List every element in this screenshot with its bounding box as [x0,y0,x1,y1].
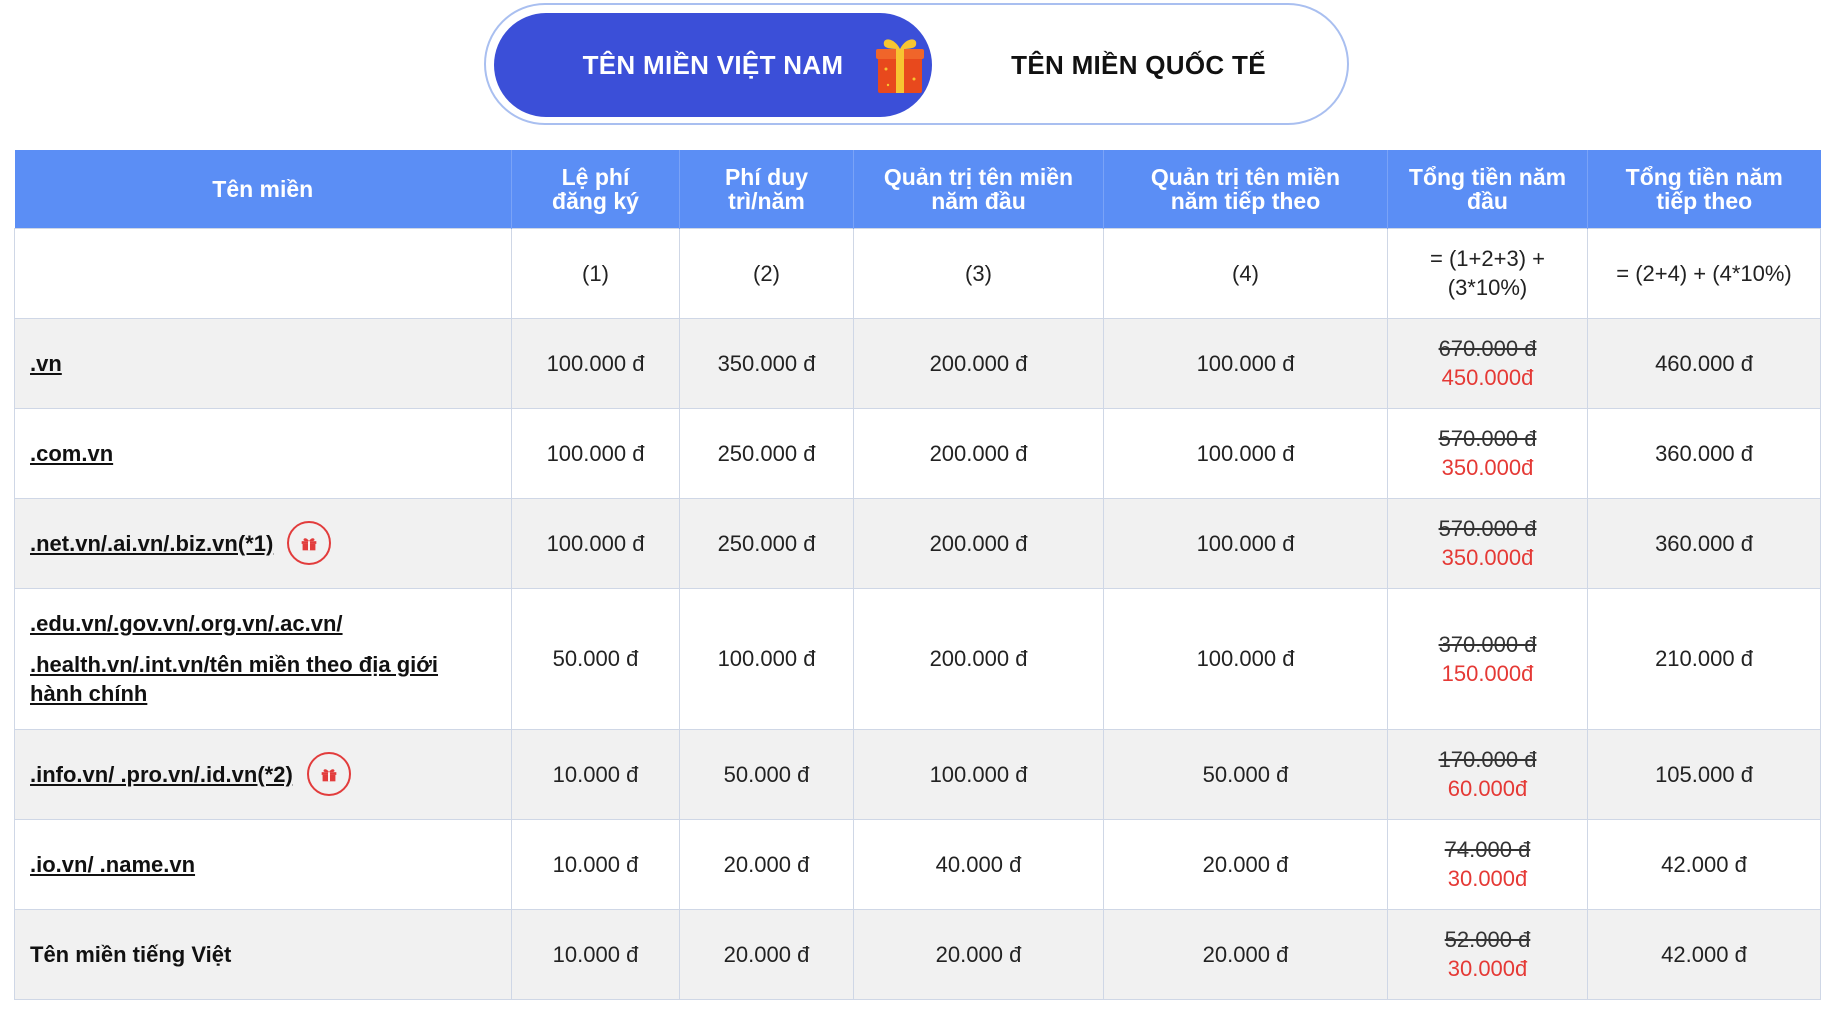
domain-pricing-table: Tên miền Lệ phí đăng ký Phí duy trì/năm Qu… [14,150,1821,1000]
promo-price: 60.000đ [1447,776,1528,801]
admin-first-cell: 100.000 đ [853,728,1104,820]
tab-international-label: TÊN MIỀN QUỐC TẾ [1011,49,1266,80]
maint-fee-cell: 20.000 đ [679,818,854,910]
formula-cell: (4) [1103,227,1388,319]
maint-fee-cell: 20.000 đ [679,908,854,1000]
admin-first-cell: 40.000 đ [853,818,1104,910]
formula-cell: (3) [853,227,1104,319]
domain-link-edu-gov-org[interactable]: .edu.vn/.gov.vn/.org.vn/.ac.vn/ .health.… [30,609,501,708]
promo-price: 450.000đ [1441,365,1534,390]
old-price: 570.000 đ [1438,516,1537,541]
promo-price: 350.000đ [1441,455,1534,480]
domain-link-info-pro-id[interactable]: .info.vn/ .pro.vn/.id.vn(*2) [30,760,293,789]
reg-fee-cell: 100.000 đ [511,497,680,589]
total-next-cell: 105.000 đ [1587,728,1821,820]
reg-fee-cell: 100.000 đ [511,407,680,499]
table-row: .net.vn/.ai.vn/.biz.vn(*1) 100.000 đ 250… [14,497,1821,589]
admin-first-cell: 200.000 đ [853,587,1104,730]
maint-fee-cell: 250.000 đ [679,407,854,499]
maint-fee-cell: 250.000 đ [679,497,854,589]
table-header-row: Tên miền Lệ phí đăng ký Phí duy trì/năm Qu… [14,150,1821,228]
reg-fee-cell: 100.000 đ [511,317,680,409]
admin-next-cell: 100.000 đ [1103,587,1388,730]
reg-fee-cell: 10.000 đ [511,908,680,1000]
header-total-next-year: Tổng tiền năm tiếp theo [1587,150,1821,228]
promo-price: 350.000đ [1441,545,1534,570]
gift-icon[interactable] [287,521,332,565]
total-first-cell: 74.000 đ 30.000đ [1387,818,1588,910]
total-first-cell: 170.000 đ 60.000đ [1387,728,1588,820]
old-price: 74.000 đ [1444,837,1531,862]
table-row: .com.vn 100.000 đ 250.000 đ 200.000 đ 10… [14,407,1821,499]
total-next-cell: 460.000 đ [1587,317,1821,409]
admin-next-cell: 100.000 đ [1103,497,1388,589]
formula-cell: = (2+4) + (4*10%) [1587,227,1821,319]
table-row: Tên miền tiếng Việt 10.000 đ 20.000 đ 20… [14,908,1821,1000]
table-row: .io.vn/ .name.vn 10.000 đ 20.000 đ 40.00… [14,818,1821,910]
promo-price: 150.000đ [1441,660,1534,686]
total-first-cell: 670.000 đ 450.000đ [1387,317,1588,409]
reg-fee-cell: 10.000 đ [511,728,680,820]
table-row: .info.vn/ .pro.vn/.id.vn(*2) 10.000 đ 50… [14,728,1821,820]
header-total-first-year: Tổng tiền năm đầu [1387,150,1588,228]
tab-vietnam-label: TÊN MIỀN VIỆT NAM [582,49,844,80]
old-price: 370.000 đ [1438,631,1537,657]
maint-fee-cell: 100.000 đ [679,587,854,730]
tab-vietnam-domains[interactable]: TÊN MIỀN VIỆT NAM [494,13,932,117]
admin-next-cell: 50.000 đ [1103,728,1388,820]
reg-fee-cell: 10.000 đ [511,818,680,910]
formula-cell: (1) [511,227,680,319]
formula-cell-empty [14,227,512,319]
admin-next-cell: 100.000 đ [1103,317,1388,409]
total-first-cell: 370.000 đ 150.000đ [1387,587,1588,730]
formula-cell: = (1+2+3) + (3*10%) [1387,227,1588,319]
total-first-cell: 52.000 đ 30.000đ [1387,908,1588,1000]
total-next-cell: 42.000 đ [1587,818,1821,910]
old-price: 170.000 đ [1438,747,1537,772]
total-first-cell: 570.000 đ 350.000đ [1387,497,1588,589]
formula-row: (1) (2) (3) (4) = (1+2+3) + (3*10%) = (2+… [14,227,1821,319]
admin-next-cell: 20.000 đ [1103,908,1388,1000]
domain-link-com-vn[interactable]: .com.vn [30,441,113,466]
promo-price: 30.000đ [1447,866,1528,891]
tab-international-domains[interactable]: TÊN MIỀN QUỐC TẾ [936,13,1341,117]
domain-type-tabs: TÊN MIỀN VIỆT NAM TÊN MIỀN QUỐC TẾ [484,3,1349,125]
table-row: .vn 100.000 đ 350.000 đ 200.000 đ 100.00… [14,317,1821,409]
maint-fee-cell: 50.000 đ [679,728,854,820]
total-first-cell: 570.000 đ 350.000đ [1387,407,1588,499]
promo-price: 30.000đ [1447,956,1528,981]
old-price: 52.000 đ [1444,927,1531,952]
admin-next-cell: 100.000 đ [1103,407,1388,499]
formula-cell: (2) [679,227,854,319]
domain-link-vn[interactable]: .vn [30,351,62,376]
maint-fee-cell: 350.000 đ [679,317,854,409]
admin-first-cell: 200.000 đ [853,317,1104,409]
domain-link-net-ai-biz[interactable]: .net.vn/.ai.vn/.biz.vn(*1) [30,529,273,558]
old-price: 570.000 đ [1438,426,1537,451]
header-admin-first-year: Quản trị tên miền năm đầu [853,150,1104,228]
admin-next-cell: 20.000 đ [1103,818,1388,910]
admin-first-cell: 200.000 đ [853,407,1104,499]
header-maintenance-fee: Phí duy trì/năm [679,150,854,228]
reg-fee-cell: 50.000 đ [511,587,680,730]
table-row: .edu.vn/.gov.vn/.org.vn/.ac.vn/ .health.… [14,587,1821,730]
admin-first-cell: 20.000 đ [853,908,1104,1000]
header-registration-fee: Lệ phí đăng ký [511,150,680,228]
gift-icon[interactable] [306,752,351,796]
total-next-cell: 360.000 đ [1587,497,1821,589]
gift-box-icon [876,39,924,93]
total-next-cell: 360.000 đ [1587,407,1821,499]
admin-first-cell: 200.000 đ [853,497,1104,589]
old-price: 670.000 đ [1438,336,1537,361]
header-admin-next-year: Quản trị tên miền năm tiếp theo [1103,150,1388,228]
total-next-cell: 210.000 đ [1587,587,1821,730]
header-domain: Tên miền [14,150,512,228]
domain-link-io-name[interactable]: .io.vn/ .name.vn [30,852,195,877]
domain-vietnamese-idn: Tên miền tiếng Việt [30,941,232,967]
total-next-cell: 42.000 đ [1587,908,1821,1000]
